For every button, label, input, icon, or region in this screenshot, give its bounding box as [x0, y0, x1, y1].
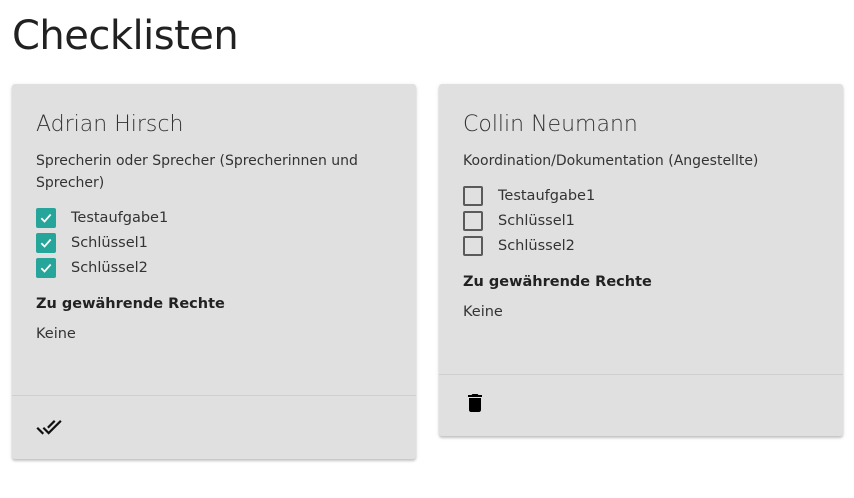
task-item[interactable]: Schlüssel2 — [36, 255, 392, 280]
task-item[interactable]: Testaufgabe1 — [36, 205, 392, 230]
checkbox-checked[interactable] — [36, 207, 56, 228]
done-all-icon[interactable] — [36, 414, 62, 440]
task-label: Testaufgabe1 — [71, 209, 169, 226]
check-icon — [40, 238, 52, 248]
checklist-card: Collin Neumann Koordination/Dokumentatio… — [439, 84, 843, 436]
checkbox-unchecked[interactable] — [463, 210, 483, 231]
card-person-role: Koordination/Dokumentation (Angestellte) — [463, 153, 759, 169]
card-person-name: Adrian Hirsch — [36, 112, 184, 137]
checkbox-unchecked[interactable] — [463, 235, 483, 256]
task-item[interactable]: Schlüssel1 — [463, 208, 819, 233]
task-list: Testaufgabe1 Schlüssel1 Schlüssel2 — [36, 205, 392, 280]
delete-icon[interactable] — [463, 391, 489, 417]
rights-heading: Zu gewährende Rechte — [463, 274, 652, 290]
card-actions — [12, 395, 416, 459]
task-label: Schlüssel1 — [498, 212, 575, 229]
check-icon — [40, 213, 52, 223]
check-icon — [40, 263, 52, 273]
card-actions — [439, 374, 843, 436]
task-label: Schlüssel2 — [71, 259, 148, 276]
card-person-name: Collin Neumann — [463, 112, 638, 137]
rights-value: Keine — [463, 304, 503, 320]
page-title: Checklisten — [12, 13, 239, 59]
task-item[interactable]: Testaufgabe1 — [463, 183, 819, 208]
checklist-card: Adrian Hirsch Sprecherin oder Sprecher (… — [12, 84, 416, 459]
checkbox-unchecked[interactable] — [463, 185, 483, 206]
task-list: Testaufgabe1 Schlüssel1 Schlüssel2 — [463, 183, 819, 258]
task-label: Testaufgabe1 — [498, 187, 596, 204]
task-item[interactable]: Schlüssel1 — [36, 230, 392, 255]
card-content: Adrian Hirsch Sprecherin oder Sprecher (… — [36, 108, 392, 344]
task-label: Schlüssel1 — [71, 234, 148, 251]
task-item[interactable]: Schlüssel2 — [463, 233, 819, 258]
card-person-role: Sprecherin oder Sprecher (Sprecherinnen … — [36, 153, 358, 191]
checkbox-checked[interactable] — [36, 232, 56, 253]
rights-value: Keine — [36, 326, 76, 342]
card-content: Collin Neumann Koordination/Dokumentatio… — [463, 108, 819, 322]
task-label: Schlüssel2 — [498, 237, 575, 254]
checkbox-checked[interactable] — [36, 257, 56, 278]
rights-heading: Zu gewährende Rechte — [36, 296, 225, 312]
